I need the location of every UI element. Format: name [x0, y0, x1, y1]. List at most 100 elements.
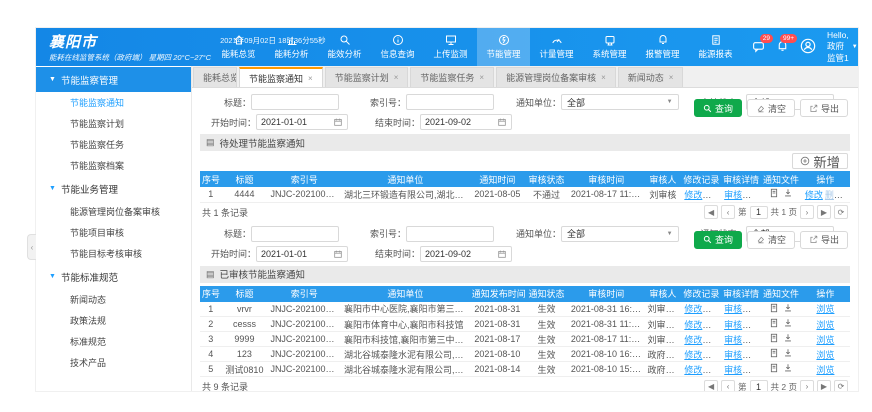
page-input[interactable]: [750, 380, 768, 391]
message-icon[interactable]: 29: [752, 40, 765, 55]
sidebar-item-能源管理岗位备案审核[interactable]: 能源管理岗位备案审核: [36, 201, 191, 222]
last-page-button[interactable]: ▶: [817, 205, 831, 219]
download-icon[interactable]: [783, 333, 793, 343]
modify-record-link[interactable]: 修改记录: [684, 304, 720, 314]
download-icon[interactable]: [783, 303, 793, 313]
end-date-input[interactable]: 2021-09-02: [420, 114, 512, 130]
sidebar-item-节能监察通知[interactable]: 节能监察通知: [36, 92, 191, 113]
close-icon[interactable]: ×: [601, 73, 606, 82]
modify-record-link[interactable]: 修改记录: [684, 320, 720, 330]
sidebar-group-节能标准规范[interactable]: ▼节能标准规范: [36, 264, 191, 289]
table-row[interactable]: 4123JNJC-2021000007湖北谷城泰隆水泥有限公司,湖北广宏纸业有限…: [200, 347, 850, 362]
preview-file-icon[interactable]: [769, 333, 779, 343]
modify-record-link[interactable]: 修改记录: [684, 335, 720, 345]
sidebar-item-标准规范[interactable]: 标准规范: [36, 331, 191, 352]
op-删除-link[interactable]: 删除: [825, 190, 843, 200]
close-icon[interactable]: ×: [669, 73, 674, 82]
nav-item-计量管理[interactable]: 计量管理: [530, 28, 583, 66]
last-page-button[interactable]: ▶: [817, 380, 831, 392]
sidebar-item-节能监察档案[interactable]: 节能监察档案: [36, 155, 191, 176]
index-input[interactable]: [406, 226, 494, 242]
preview-file-icon[interactable]: [769, 303, 779, 313]
nav-item-能源报表[interactable]: 能源报表: [689, 28, 742, 66]
clear-button[interactable]: 清空: [747, 99, 795, 117]
close-icon[interactable]: ×: [308, 74, 313, 83]
close-icon[interactable]: ×: [479, 73, 484, 82]
next-page-button[interactable]: ›: [800, 380, 814, 392]
tab-节能监察任务[interactable]: 节能监察任务×: [410, 67, 494, 87]
sidebar-item-新闻动态[interactable]: 新闻动态: [36, 289, 191, 310]
nav-item-能效分析[interactable]: 能效分析: [318, 28, 371, 66]
tab-能耗总览[interactable]: 能耗总览: [193, 67, 237, 87]
first-page-button[interactable]: ◀: [704, 205, 718, 219]
export-button[interactable]: 导出: [800, 99, 848, 117]
sidebar-group-节能业务管理[interactable]: ▼节能业务管理: [36, 176, 191, 201]
tab-节能监察通知[interactable]: 节能监察通知×: [239, 67, 323, 87]
tab-节能监察计划[interactable]: 节能监察计划×: [325, 67, 409, 87]
bell-icon[interactable]: 99+: [776, 40, 789, 55]
sidebar-item-节能监察任务[interactable]: 节能监察任务: [36, 134, 191, 155]
start-date-input[interactable]: 2021-01-01: [256, 246, 348, 262]
audit-detail-link[interactable]: 审核详情: [724, 350, 760, 360]
preview-file-icon[interactable]: [769, 363, 779, 373]
sidebar-item-技术产品[interactable]: 技术产品: [36, 352, 191, 373]
refresh-icon[interactable]: ⟳: [834, 380, 848, 392]
refresh-icon[interactable]: ⟳: [834, 205, 848, 219]
audit-detail-link[interactable]: 审核详情: [724, 335, 760, 345]
op-浏览-link[interactable]: 浏览: [816, 304, 834, 314]
export-button[interactable]: 导出: [800, 231, 848, 249]
op-浏览-link[interactable]: 浏览: [816, 320, 834, 330]
unit-select[interactable]: 全部▼: [561, 226, 679, 242]
search-button[interactable]: 查询: [694, 231, 742, 249]
nav-item-信息查询[interactable]: 信息查询: [371, 28, 424, 66]
audit-detail-link[interactable]: 审核详情: [724, 304, 760, 314]
close-icon[interactable]: ×: [394, 73, 399, 82]
sidebar-item-节能监察计划[interactable]: 节能监察计划: [36, 113, 191, 134]
table-row[interactable]: 5测试0810JNJC-2021000006湖北谷城泰隆水泥有限公司,湖北广宏纸…: [200, 362, 850, 377]
clear-button[interactable]: 清空: [747, 231, 795, 249]
sidebar-item-节能项目审核[interactable]: 节能项目审核: [36, 222, 191, 243]
next-page-button[interactable]: ›: [800, 205, 814, 219]
modify-record-link[interactable]: 修改记录: [684, 365, 720, 375]
title-input[interactable]: [251, 94, 339, 110]
op-浏览-link[interactable]: 浏览: [816, 350, 834, 360]
title-input[interactable]: [251, 226, 339, 242]
audit-detail-link[interactable]: 审核详情: [724, 190, 760, 200]
download-icon[interactable]: [783, 318, 793, 328]
table-row[interactable]: 2cesssJNJC-2021000009襄阳市体育中心,襄阳市科技馆2021-…: [200, 317, 850, 332]
first-page-button[interactable]: ◀: [704, 380, 718, 392]
end-date-input[interactable]: 2021-09-02: [420, 246, 512, 262]
op-浏览-link[interactable]: 浏览: [816, 365, 834, 375]
sidebar-group-节能监察管理[interactable]: ▼节能监察管理: [36, 67, 191, 92]
user-greeting[interactable]: Hello,政府监管1 ▼: [827, 30, 858, 64]
nav-item-报警管理[interactable]: 报警管理: [636, 28, 689, 66]
nav-item-上传监测[interactable]: 上传监测: [424, 28, 477, 66]
start-date-input[interactable]: 2021-01-01: [256, 114, 348, 130]
index-input[interactable]: [406, 94, 494, 110]
unit-select[interactable]: 全部▼: [561, 94, 679, 110]
download-icon[interactable]: [783, 188, 793, 198]
sidebar-item-政策法规[interactable]: 政策法规: [36, 310, 191, 331]
tab-能源管理岗位备案审核[interactable]: 能源管理岗位备案审核×: [496, 67, 616, 87]
table-row[interactable]: 1vrvrJNJC-2021000010襄阳市中心医院,襄阳市第三中学2021-…: [200, 302, 850, 317]
tab-新闻动态[interactable]: 新闻动态×: [618, 67, 684, 87]
op-浏览-link[interactable]: 浏览: [816, 335, 834, 345]
preview-file-icon[interactable]: [769, 318, 779, 328]
op-修改-link[interactable]: 修改: [805, 190, 823, 200]
nav-item-系统管理[interactable]: 系统管理: [583, 28, 636, 66]
preview-file-icon[interactable]: [769, 348, 779, 358]
add-button[interactable]: 新增: [792, 153, 848, 169]
search-button[interactable]: 查询: [694, 99, 742, 117]
preview-file-icon[interactable]: [769, 188, 779, 198]
op-浏览-link[interactable]: 浏览: [845, 190, 850, 200]
page-input[interactable]: [750, 206, 768, 219]
nav-item-节能管理[interactable]: 节能管理: [477, 28, 530, 66]
prev-page-button[interactable]: ‹: [721, 380, 735, 392]
sidebar-item-节能目标考核审核[interactable]: 节能目标考核审核: [36, 243, 191, 264]
audit-detail-link[interactable]: 审核详情: [724, 320, 760, 330]
modify-record-link[interactable]: 修改记录: [684, 190, 720, 200]
avatar-icon[interactable]: [800, 38, 816, 56]
modify-record-link[interactable]: 修改记录: [684, 350, 720, 360]
table-row[interactable]: 39999JNJC-2021000008襄阳市科技馆,襄阳市第三中学,襄阳泽东化…: [200, 332, 850, 347]
download-icon[interactable]: [783, 363, 793, 373]
